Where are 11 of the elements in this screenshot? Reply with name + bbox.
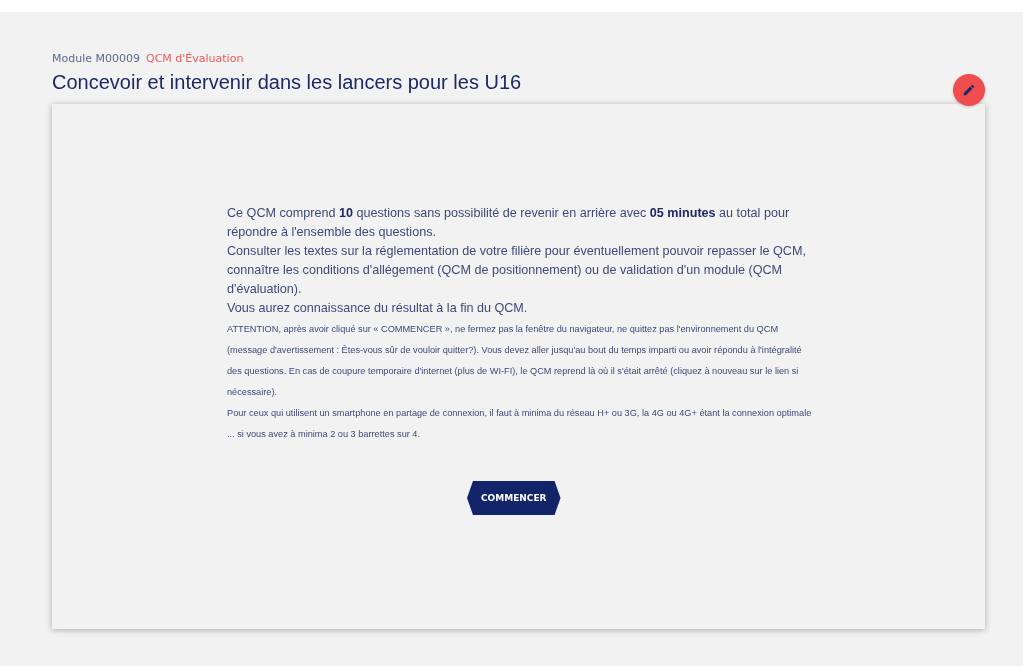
module-type-label: QCM d'Évaluation [146, 52, 244, 65]
instruction-paragraph: Consulter les textes sur la réglementation de votre filière pour éventuellement pouvoir repasser le QCM, connaître les conditions d'allégement (QCM de positionnement) ou de validation d'un module (QCM d'évaluation). [227, 243, 807, 298]
page-title: Concevoir et intervenir dans les lancers pour les U16 [52, 71, 522, 94]
module-label: Module M00009 [52, 52, 140, 65]
edit-button[interactable] [953, 74, 985, 106]
instruction-paragraph: Vous aurez connaissance du résultat à la fin du QCM. [227, 300, 529, 317]
pencil-icon [962, 83, 976, 97]
notice-paragraph: ATTENTION, après avoir cliqué sur « COMMENCER », ne fermez pas la fenêtre du navigateur, ne quittez pas l'environnement du QCM (message d'avertissement : Êtes-vous sûr de vouloir quitter?). Vous devez aller jusqu'au bout du temps imparti ou avoir répondu à l'intégralité des questions. En cas de coupure temporaire d'internet (plus de WI-FI), le QCM reprend là où il s'était arrêté (cliquez à nouveau sur le lien si nécessaire). [227, 323, 803, 399]
start-button[interactable]: COMMENCER [467, 481, 561, 515]
instruction-paragraph: Ce QCM comprend 10 questions sans possibilité de revenir en arrière avec 05 minutes au total pour répondre à l'ensemble des questions. [227, 205, 791, 241]
notice-paragraph: Pour ceux qui utilisent un smartphone en partage de connexion, il faut à minima du réseau H+ ou 3G, la 4G ou 4G+ étant la connexion optimale ... si vous avez à minima 2 ou 3 barrettes sur 4. [227, 407, 813, 441]
